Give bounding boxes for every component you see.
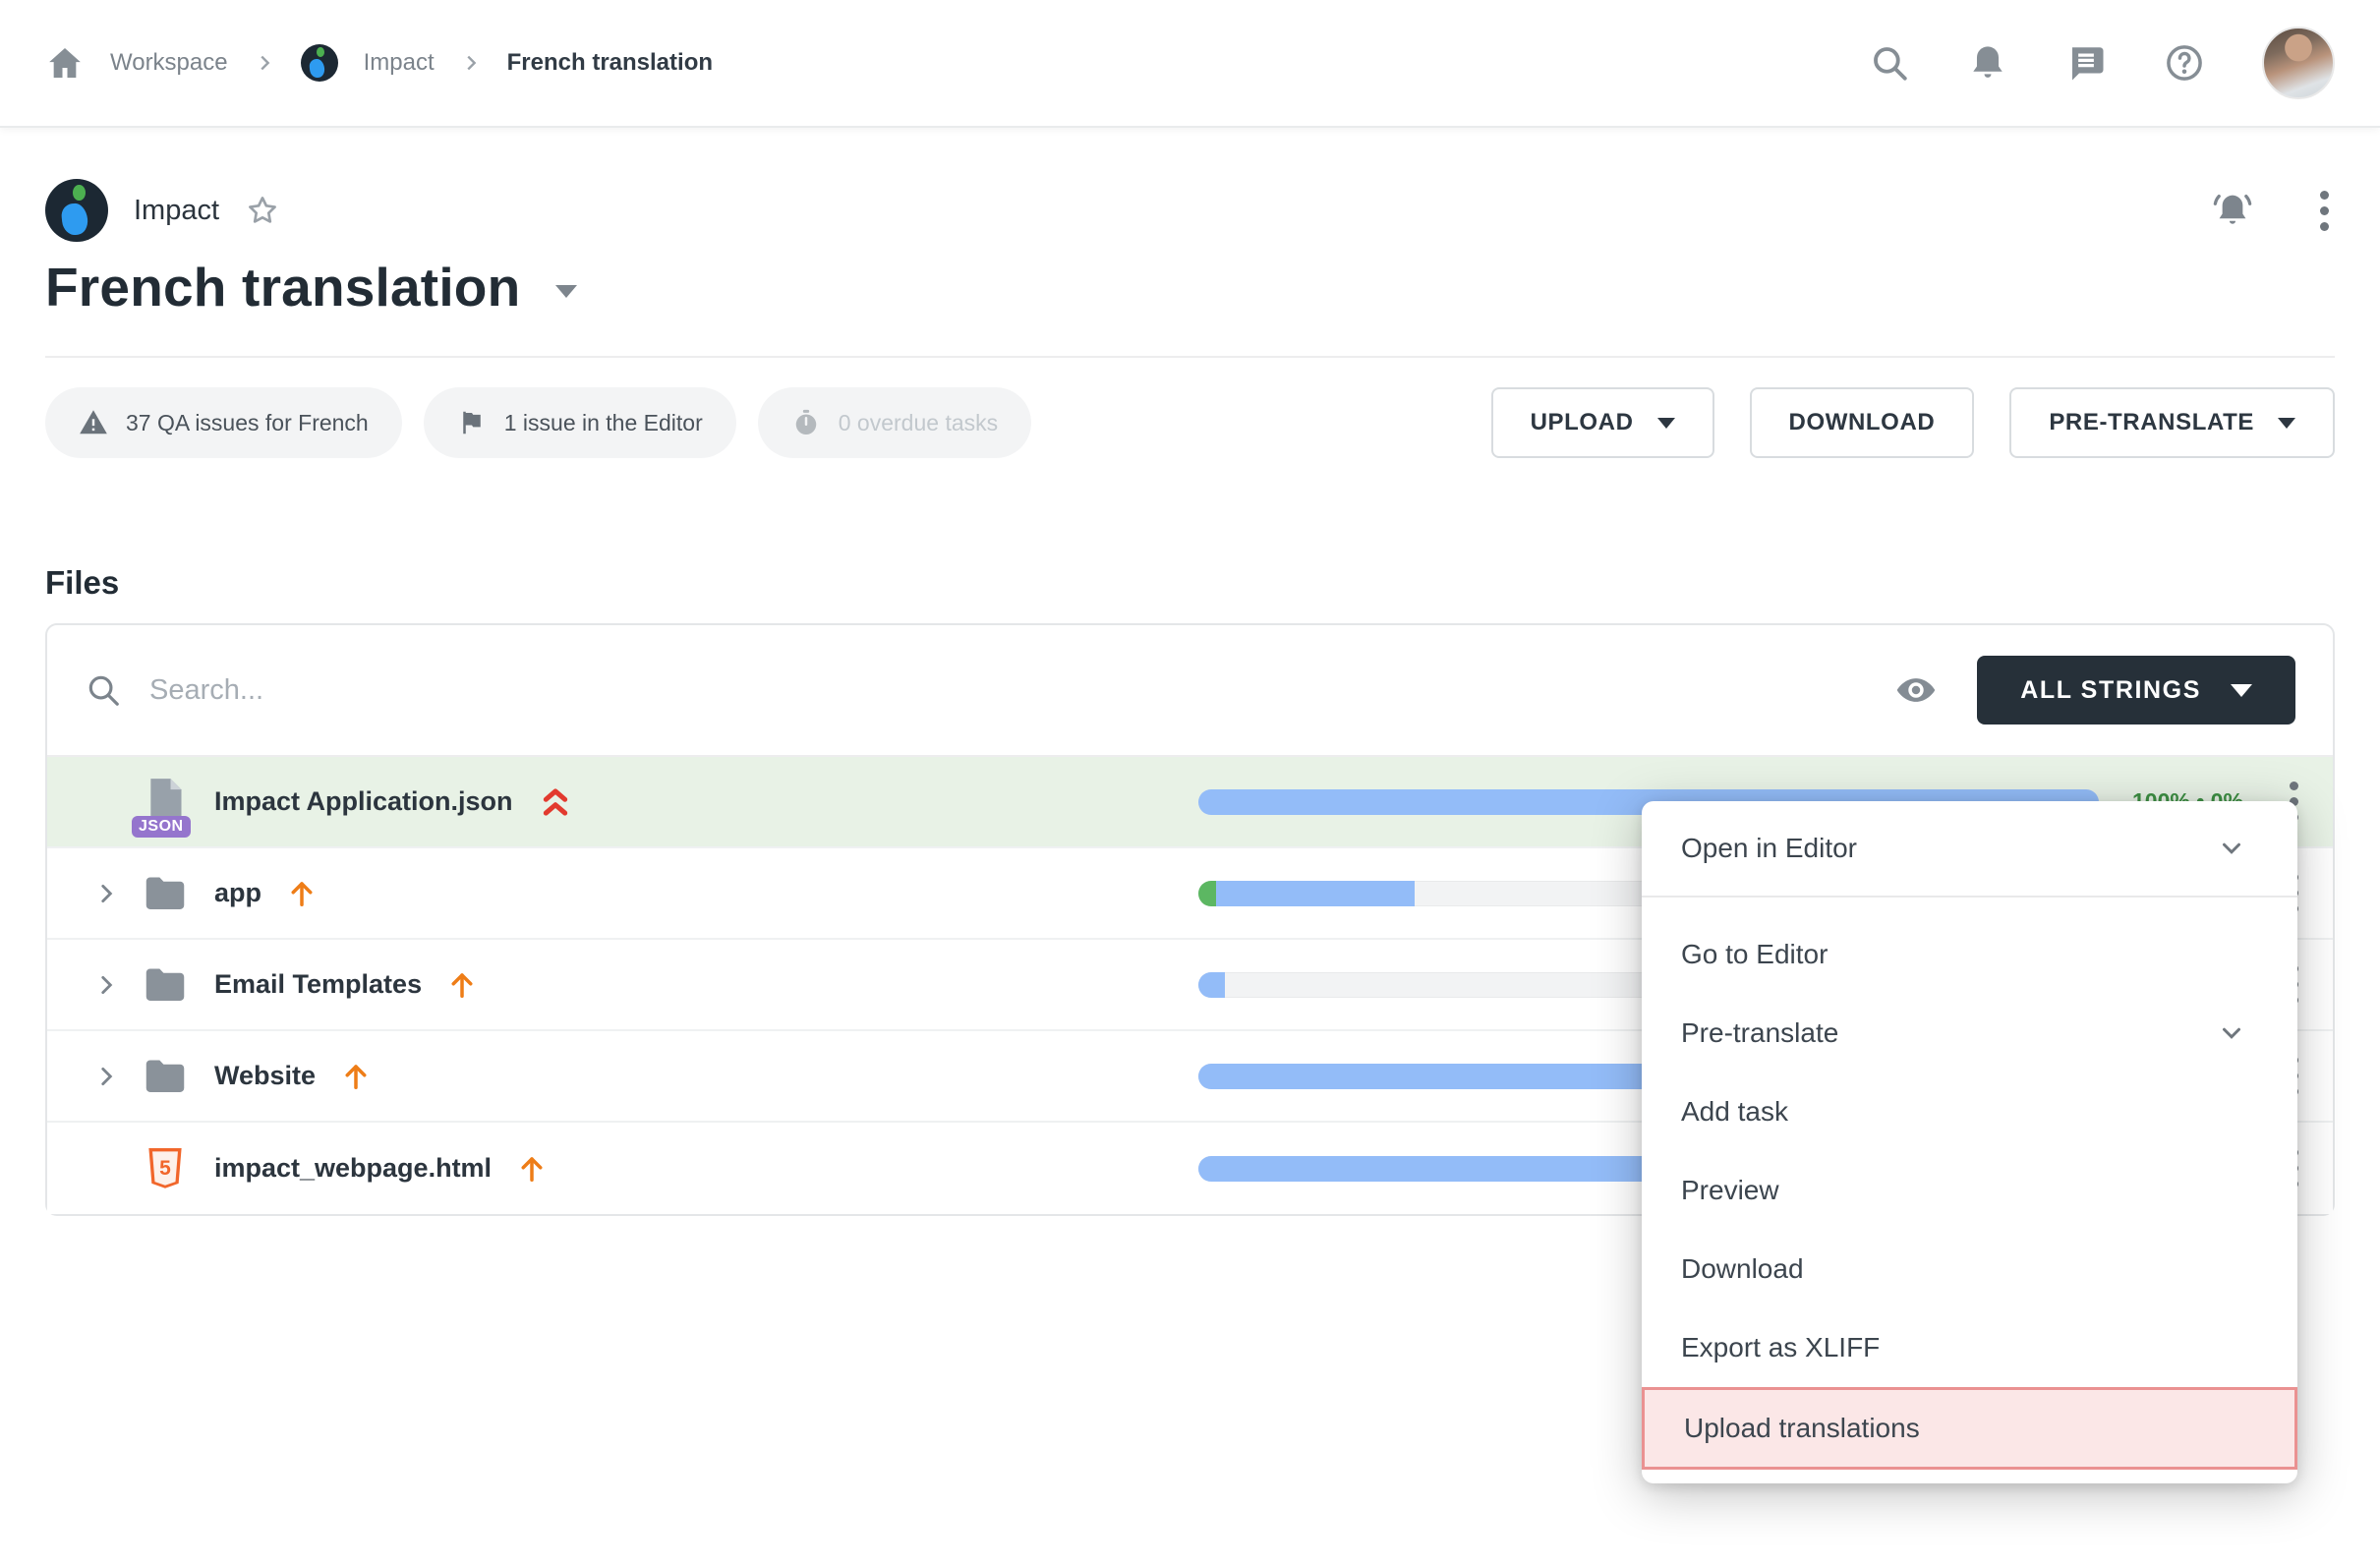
- breadcrumb-project-logo: [301, 44, 338, 82]
- page-title: French translation: [45, 256, 520, 319]
- file-context-menu: Open in Editor Go to Editor Pre-translat…: [1642, 801, 2297, 1483]
- chevron-down-icon: [2231, 684, 2252, 697]
- menu-item-open-in-editor[interactable]: Open in Editor: [1642, 801, 2297, 896]
- download-button-label: DOWNLOAD: [1789, 409, 1936, 436]
- breadcrumb-workspace[interactable]: Workspace: [110, 49, 228, 77]
- qa-issues-badge[interactable]: 37 QA issues for French: [45, 387, 402, 458]
- menu-item-pre-translate[interactable]: Pre-translate: [1642, 994, 2297, 1072]
- search-icon[interactable]: [1869, 42, 1910, 84]
- breadcrumb-current-page: French translation: [507, 49, 713, 77]
- priority-double-chevron-icon: [539, 784, 572, 820]
- qa-issues-label: 37 QA issues for French: [126, 410, 369, 436]
- menu-item-label: Open in Editor: [1681, 833, 1857, 864]
- editor-issue-badge[interactable]: 1 issue in the Editor: [424, 387, 736, 458]
- upload-button-label: UPLOAD: [1531, 409, 1634, 436]
- menu-item-export-as-xliff[interactable]: Export as XLIFF: [1642, 1308, 2297, 1387]
- timer-icon: [791, 408, 821, 437]
- expand-chevron-icon[interactable]: [87, 881, 126, 906]
- menu-item-label: Upload translations: [1684, 1413, 1920, 1444]
- upload-arrow-icon: [447, 969, 477, 1001]
- toolbar: 37 QA issues for French 1 issue in the E…: [45, 387, 2335, 458]
- star-favorite-icon[interactable]: [245, 193, 280, 228]
- project-logo: [45, 179, 108, 242]
- svg-text:5: 5: [159, 1157, 171, 1180]
- status-badges: 37 QA issues for French 1 issue in the E…: [45, 387, 1031, 458]
- file-name: Impact Application.json: [214, 786, 513, 817]
- menu-item-label: Download: [1681, 1253, 1804, 1285]
- file-name: Email Templates: [214, 969, 422, 1000]
- strings-filter-label: ALL STRINGS: [2020, 676, 2201, 705]
- pre-translate-button-label: PRE-TRANSLATE: [2049, 409, 2254, 436]
- html-file-icon: 5: [138, 1145, 193, 1192]
- chevron-down-icon: [1657, 418, 1675, 429]
- upload-arrow-icon: [341, 1061, 371, 1092]
- upload-arrow-icon: [517, 1153, 547, 1185]
- files-search-row: ALL STRINGS: [47, 625, 2333, 757]
- upload-button[interactable]: UPLOAD: [1491, 387, 1714, 458]
- action-buttons: UPLOAD DOWNLOAD PRE-TRANSLATE: [1491, 387, 2335, 458]
- pre-translate-button[interactable]: PRE-TRANSLATE: [2009, 387, 2335, 458]
- menu-item-label: Go to Editor: [1681, 939, 1828, 970]
- page: Workspace Impact French translation: [0, 0, 2380, 1565]
- file-name: app: [214, 878, 261, 908]
- overdue-tasks-label: 0 overdue tasks: [839, 410, 998, 436]
- menu-item-preview[interactable]: Preview: [1642, 1151, 2297, 1230]
- chevron-down-icon: [2217, 1018, 2246, 1048]
- messages-icon[interactable]: [2065, 42, 2107, 84]
- download-button[interactable]: DOWNLOAD: [1750, 387, 1975, 458]
- files-search-input[interactable]: [149, 674, 1894, 707]
- title-dropdown-icon[interactable]: [555, 285, 577, 298]
- menu-item-label: Export as XLIFF: [1681, 1332, 1880, 1363]
- expand-chevron-icon[interactable]: [87, 1064, 126, 1089]
- json-badge: JSON: [132, 816, 191, 838]
- chevron-down-icon: [2217, 834, 2246, 863]
- home-icon[interactable]: [45, 43, 85, 83]
- breadcrumb-chevron-icon: [254, 52, 275, 74]
- title-row: French translation: [45, 256, 2335, 319]
- breadcrumb-chevron-icon: [460, 52, 482, 74]
- folder-icon: [138, 966, 193, 1004]
- menu-item-add-task[interactable]: Add task: [1642, 1072, 2297, 1151]
- menu-item-upload-translations[interactable]: Upload translations: [1642, 1387, 2297, 1470]
- files-heading: Files: [45, 564, 2335, 602]
- topbar-actions: [1869, 27, 2335, 99]
- warning-icon: [79, 408, 108, 437]
- folder-icon: [138, 1058, 193, 1095]
- json-file-icon: JSON: [138, 777, 193, 828]
- project-header: Impact: [45, 179, 2335, 242]
- editor-issue-label: 1 issue in the Editor: [504, 410, 703, 436]
- search-icon: [85, 671, 122, 709]
- folder-icon: [138, 875, 193, 912]
- flag-icon: [457, 408, 487, 437]
- overdue-tasks-badge[interactable]: 0 overdue tasks: [758, 387, 1031, 458]
- chevron-down-icon: [2278, 418, 2295, 429]
- project-header-actions: [2210, 188, 2329, 233]
- strings-filter-button[interactable]: ALL STRINGS: [1977, 656, 2295, 725]
- bell-ring-icon[interactable]: [2210, 188, 2255, 233]
- file-name: impact_webpage.html: [214, 1153, 492, 1184]
- header-divider: [45, 356, 2335, 358]
- menu-item-label: Add task: [1681, 1096, 1788, 1128]
- breadcrumb: Workspace Impact French translation: [45, 43, 713, 83]
- project-name: Impact: [134, 195, 219, 227]
- visibility-eye-icon[interactable]: [1894, 668, 1938, 712]
- upload-arrow-icon: [287, 878, 317, 909]
- menu-item-label: Preview: [1681, 1175, 1779, 1206]
- menu-item-go-to-editor[interactable]: Go to Editor: [1642, 915, 2297, 994]
- top-navigation-bar: Workspace Impact French translation: [0, 0, 2380, 128]
- help-icon[interactable]: [2164, 42, 2205, 84]
- file-name: Website: [214, 1061, 316, 1091]
- menu-item-label: Pre-translate: [1681, 1017, 1838, 1049]
- notifications-bell-icon[interactable]: [1967, 42, 2008, 84]
- project-menu-icon[interactable]: [2320, 191, 2329, 231]
- breadcrumb-project[interactable]: Impact: [364, 49, 435, 77]
- user-avatar[interactable]: [2262, 27, 2335, 99]
- expand-chevron-icon[interactable]: [87, 972, 126, 998]
- menu-item-download[interactable]: Download: [1642, 1230, 2297, 1308]
